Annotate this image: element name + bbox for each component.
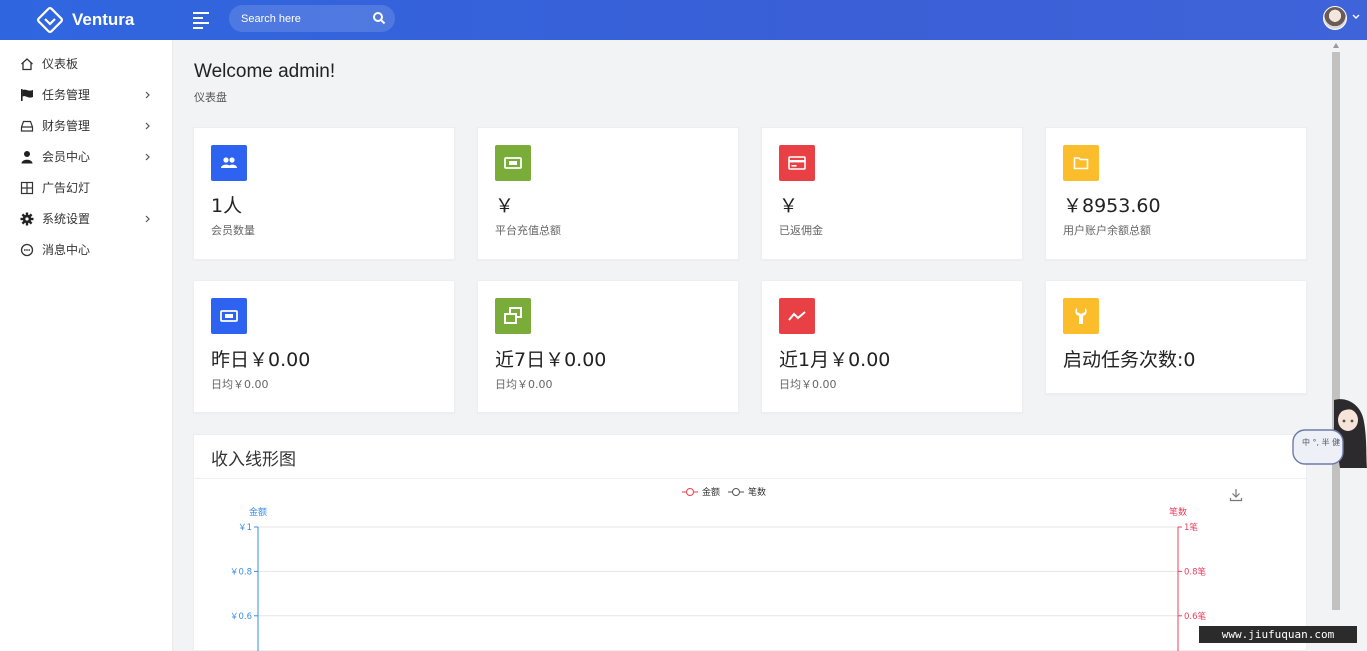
brand[interactable]: Ventura [36,6,134,34]
chevron-down-icon[interactable] [1351,12,1361,22]
sidebar-item-finance[interactable]: 财务管理 [0,110,173,141]
stat-card-yesterday: 昨日￥0.00 日均￥0.00 [193,280,455,413]
sidebar-item-tasks[interactable]: 任务管理 [0,79,173,110]
grid-icon [20,181,34,194]
stat-value: 1人 [211,195,243,217]
y-right-axis-label: 笔数 [1169,506,1187,518]
card-icon [779,145,815,181]
sidebar-item-messages[interactable]: 消息中心 [0,234,173,265]
stat-label: 会员数量 [211,224,255,237]
menu-toggle-icon[interactable] [193,12,209,29]
search-icon[interactable] [372,11,386,25]
search-box [229,5,395,32]
wrench-icon [1063,298,1099,334]
stat-card-balance: ￥8953.60 用户账户余额总额 [1045,127,1307,260]
sidebar-item-label: 任务管理 [42,88,91,102]
mascot-widget[interactable]: 中 °, 半 健 [1292,398,1367,468]
legend-label: 金额 [702,486,720,498]
flag-icon [21,88,33,101]
sidebar-item-label: 会员中心 [42,150,91,164]
sidebar-item-label: 仪表板 [42,57,79,71]
stat-card-task-starts: 启动任务次数:0 [1045,280,1307,394]
home-icon [21,57,33,70]
scroll-up-icon[interactable] [1333,43,1339,48]
sidebar-item-dashboard[interactable]: 仪表板 [0,48,173,79]
y-left-tick-label: ￥0.6 [230,612,252,622]
money-icon [211,298,247,334]
brand-name: Ventura [72,10,135,29]
page-scrollbar[interactable] [1330,40,1342,651]
mascot-text: 中 °, 半 健 [1302,437,1340,447]
chevron-right-icon [145,215,150,222]
stat-label: 日均￥0.00 [211,378,269,391]
stat-label: 用户账户余额总额 [1063,224,1151,237]
stat-value: 近7日￥0.00 [495,349,607,371]
sidebar-item-ads[interactable]: 广告幻灯 [0,172,173,203]
chevron-right-icon [145,122,150,129]
top-bar: Ventura [0,0,1367,40]
y-left-tick-label: ￥0.8 [230,567,252,577]
sidebar-item-label: 消息中心 [42,243,91,257]
stat-card-week: 近7日￥0.00 日均￥0.00 [477,280,739,413]
sidebar-item-label: 系统设置 [42,212,91,226]
stat-value: 启动任务次数:0 [1063,349,1196,371]
stat-value: 昨日￥0.00 [211,349,311,371]
stat-label: 日均￥0.00 [495,378,553,391]
income-chart-card: 收入线形图 金额 笔数 金额 笔数 ￥1 1笔 ￥0.8 0.8笔 ￥0.6 0.6笔 [193,434,1307,651]
users-icon [211,145,247,181]
income-line-chart: 金额 笔数金额 笔数￥1 1笔￥0.8 0.8笔￥0.6 0.6笔 [230,486,1207,651]
stat-card-recharge: ￥ 平台充值总额 [477,127,739,260]
y-left-axis-label: 金额 [249,506,267,518]
sidebar: 仪表板 任务管理 财务管理 会员中心 广告幻灯 系统设置 消息中心 [0,40,173,651]
trend-icon [779,298,815,334]
scroll-thumb[interactable] [1332,52,1340,610]
stat-label: 平台充值总额 [495,224,561,237]
stat-value: 近1月￥0.00 [779,349,891,371]
stat-card-commission: ￥ 已返佣金 [761,127,1023,260]
page-title: Welcome admin! [194,61,336,82]
search-input[interactable] [241,9,361,28]
money-icon [495,145,531,181]
sidebar-item-members[interactable]: 会员中心 [0,141,173,172]
chevron-right-icon [145,91,150,98]
chevron-right-icon [145,153,150,160]
chat-icon [20,243,34,256]
y-right-tick-label: 0.8笔 [1184,566,1207,577]
y-right-tick-label: 0.6笔 [1184,611,1207,622]
windows-icon [495,298,531,334]
legend-label: 笔数 [748,486,766,498]
y-right-tick-label: 1笔 [1184,522,1198,533]
ventura-logo-icon [37,7,63,33]
sidebar-item-settings[interactable]: 系统设置 [0,203,173,234]
watermark: www.jiufuquan.com [1199,626,1357,643]
drive-icon [20,120,34,132]
y-left-tick-label: ￥1 [238,523,252,533]
breadcrumb: 仪表盘 [194,91,227,104]
sidebar-item-label: 广告幻灯 [42,181,91,195]
legend-marker [686,488,694,496]
stat-label: 日均￥0.00 [779,378,837,391]
user-icon [21,150,33,163]
legend-marker [732,488,740,496]
stat-value: ￥ [779,195,799,217]
stat-card-members: 1人 会员数量 [193,127,455,260]
sidebar-item-label: 财务管理 [42,119,91,133]
stat-value: ￥ [495,195,515,217]
gear-icon [20,212,34,225]
stat-label: 已返佣金 [779,224,823,237]
folder-icon [1063,145,1099,181]
stat-card-month: 近1月￥0.00 日均￥0.00 [761,280,1023,413]
avatar[interactable] [1323,6,1347,30]
stat-value: ￥8953.60 [1063,195,1161,217]
chart-title: 收入线形图 [211,450,296,470]
